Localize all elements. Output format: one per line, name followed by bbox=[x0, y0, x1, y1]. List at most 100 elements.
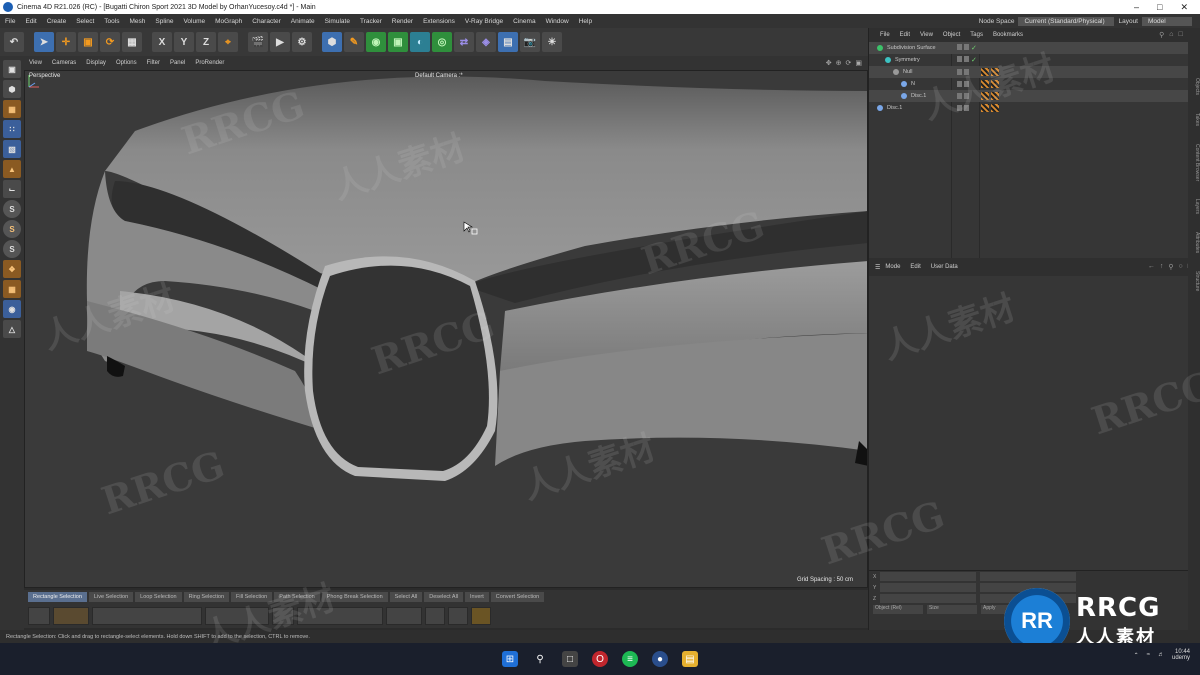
tool-option-field[interactable] bbox=[386, 607, 422, 625]
volume-icon[interactable]: ♬ bbox=[1158, 652, 1164, 658]
om-menu-file[interactable]: File bbox=[875, 32, 895, 38]
cloner-icon[interactable]: ◎ bbox=[432, 32, 452, 52]
layout-dropdown[interactable]: Model bbox=[1142, 16, 1192, 26]
file-explorer-icon[interactable]: ▤ bbox=[682, 651, 698, 667]
rotate-icon[interactable]: ⟳ bbox=[100, 32, 120, 52]
vp-menu-view[interactable]: View bbox=[24, 60, 47, 66]
material-tag-icon[interactable] bbox=[981, 92, 999, 100]
recent-tools-icon[interactable]: ▦ bbox=[122, 32, 142, 52]
selection-tab[interactable]: Fill Selection bbox=[231, 592, 273, 602]
vp-menu-display[interactable]: Display bbox=[81, 60, 111, 66]
camera-icon[interactable]: 📷 bbox=[520, 32, 540, 52]
render-view-icon[interactable]: 🎬 bbox=[248, 32, 268, 52]
selection-tab[interactable]: Deselect All bbox=[424, 592, 464, 602]
vp-menu-prorender[interactable]: ProRender bbox=[190, 60, 229, 66]
material-tag-icon[interactable] bbox=[981, 80, 999, 88]
planar-workplane-icon[interactable]: △ bbox=[3, 320, 21, 338]
vp-menu-panel[interactable]: Panel bbox=[165, 60, 190, 66]
deformer-icon[interactable]: ⇄ bbox=[454, 32, 474, 52]
attr-back-icon[interactable]: ← bbox=[1148, 263, 1155, 271]
y-axis-button[interactable]: Y bbox=[174, 32, 194, 52]
move-icon[interactable]: ✛ bbox=[56, 32, 76, 52]
attr-lock-icon[interactable]: ○ bbox=[1179, 263, 1183, 271]
task-view-icon[interactable]: □ bbox=[562, 651, 578, 667]
object-row[interactable]: Symmetry ✓ bbox=[869, 54, 1200, 66]
coordinate-system-icon[interactable]: ⌖ bbox=[218, 32, 238, 52]
om-menu-edit[interactable]: Edit bbox=[895, 32, 915, 38]
object-name[interactable]: Null bbox=[903, 69, 912, 75]
attr-search-icon[interactable]: ⚲ bbox=[1168, 263, 1173, 271]
light-icon[interactable]: ☀ bbox=[542, 32, 562, 52]
viewport-layout-icon[interactable]: ▣ bbox=[855, 59, 862, 67]
om-menu-view[interactable]: View bbox=[915, 32, 938, 38]
coord-size-dropdown[interactable]: Size bbox=[927, 605, 977, 614]
tool-option-field[interactable] bbox=[471, 607, 491, 625]
menu-character[interactable]: Character bbox=[247, 18, 286, 25]
object-name[interactable]: Subdivision Surface bbox=[887, 45, 936, 51]
tool-option-field[interactable] bbox=[297, 607, 383, 625]
spotify-icon[interactable]: ≡ bbox=[622, 651, 638, 667]
tool-option-field[interactable] bbox=[448, 607, 468, 625]
tool-option-field[interactable] bbox=[28, 607, 50, 625]
object-row[interactable]: Disc.1 bbox=[869, 90, 1200, 102]
visibility-flags[interactable]: ✓ bbox=[957, 56, 977, 64]
windows-start-icon[interactable]: ⊞ bbox=[502, 651, 518, 667]
object-name[interactable]: Symmetry bbox=[895, 57, 920, 63]
om-new-view-icon[interactable]: □ bbox=[1179, 31, 1183, 39]
object-name[interactable]: Disc.1 bbox=[887, 105, 902, 111]
wifi-icon[interactable]: ≈ bbox=[1147, 652, 1150, 658]
om-search-icon[interactable]: ⚲ bbox=[1159, 31, 1164, 39]
convert-selection-tab[interactable]: Convert Selection bbox=[490, 592, 545, 602]
menu-mograph[interactable]: MoGraph bbox=[210, 18, 247, 25]
search-icon[interactable]: ⚲ bbox=[532, 651, 548, 667]
menu-file[interactable]: File bbox=[0, 18, 20, 25]
object-name[interactable]: Disc.1 bbox=[911, 93, 926, 99]
z-axis-button[interactable]: Z bbox=[196, 32, 216, 52]
points-mode-icon[interactable]: ∷ bbox=[3, 120, 21, 138]
cinema4d-taskbar-icon[interactable]: ● bbox=[652, 651, 668, 667]
tool-option-field[interactable] bbox=[272, 607, 294, 625]
attr-menu-mode[interactable]: Mode bbox=[880, 264, 905, 270]
minimize-icon[interactable]: – bbox=[1134, 2, 1139, 13]
side-tab-objects[interactable]: Objects bbox=[1188, 78, 1200, 95]
workplane-icon[interactable]: ▦ bbox=[3, 280, 21, 298]
menu-vray-bridge[interactable]: V-Ray Bridge bbox=[460, 18, 508, 25]
polygons-mode-icon[interactable]: ▲ bbox=[3, 160, 21, 178]
viewport-rotate-icon[interactable]: ⟳ bbox=[846, 59, 852, 67]
object-row[interactable]: Subdivision Surface ✓ bbox=[869, 42, 1200, 54]
object-row[interactable]: N bbox=[869, 78, 1200, 90]
menu-tracker[interactable]: Tracker bbox=[355, 18, 387, 25]
side-tab-layers[interactable]: Layers bbox=[1188, 199, 1200, 214]
model-mode-icon[interactable]: ⬢ bbox=[3, 80, 21, 98]
om-menu-bookmarks[interactable]: Bookmarks bbox=[988, 32, 1028, 38]
scale-icon[interactable]: ▣ bbox=[78, 32, 98, 52]
tool-option-field[interactable] bbox=[92, 607, 202, 625]
object-row[interactable]: Null bbox=[869, 66, 1200, 78]
side-tab-attributes[interactable]: Attributes bbox=[1188, 232, 1200, 253]
attr-menu-user-data[interactable]: User Data bbox=[926, 264, 963, 270]
side-tab-takes[interactable]: Takes bbox=[1188, 113, 1200, 126]
menu-edit[interactable]: Edit bbox=[20, 18, 41, 25]
close-icon[interactable]: ✕ bbox=[1180, 2, 1188, 13]
menu-mesh[interactable]: Mesh bbox=[124, 18, 150, 25]
menu-volume[interactable]: Volume bbox=[178, 18, 210, 25]
om-menu-object[interactable]: Object bbox=[938, 32, 965, 38]
menu-select[interactable]: Select bbox=[71, 18, 99, 25]
vp-menu-filter[interactable]: Filter bbox=[142, 60, 165, 66]
coord-mode-dropdown[interactable]: Object (Rel) bbox=[873, 605, 923, 614]
coord-y-field[interactable] bbox=[880, 583, 977, 592]
material-tag-icon[interactable] bbox=[981, 104, 999, 112]
selection-tab[interactable]: Select All bbox=[389, 592, 423, 602]
tray-up-icon[interactable]: ⌃ bbox=[1134, 652, 1139, 659]
render-picture-icon[interactable]: ▶ bbox=[270, 32, 290, 52]
lock-workplane-icon[interactable]: ◉ bbox=[3, 300, 21, 318]
render-settings-icon[interactable]: ⚙ bbox=[292, 32, 312, 52]
side-tab-structure[interactable]: Structure bbox=[1188, 271, 1200, 291]
material-tag-icon[interactable] bbox=[981, 68, 999, 76]
menu-render[interactable]: Render bbox=[387, 18, 418, 25]
floor-icon[interactable]: ▤ bbox=[498, 32, 518, 52]
snap-icon[interactable]: ❖ bbox=[3, 260, 21, 278]
tool-option-field[interactable] bbox=[425, 607, 445, 625]
visibility-flags[interactable] bbox=[957, 69, 971, 75]
edges-mode-icon[interactable]: ▧ bbox=[3, 140, 21, 158]
